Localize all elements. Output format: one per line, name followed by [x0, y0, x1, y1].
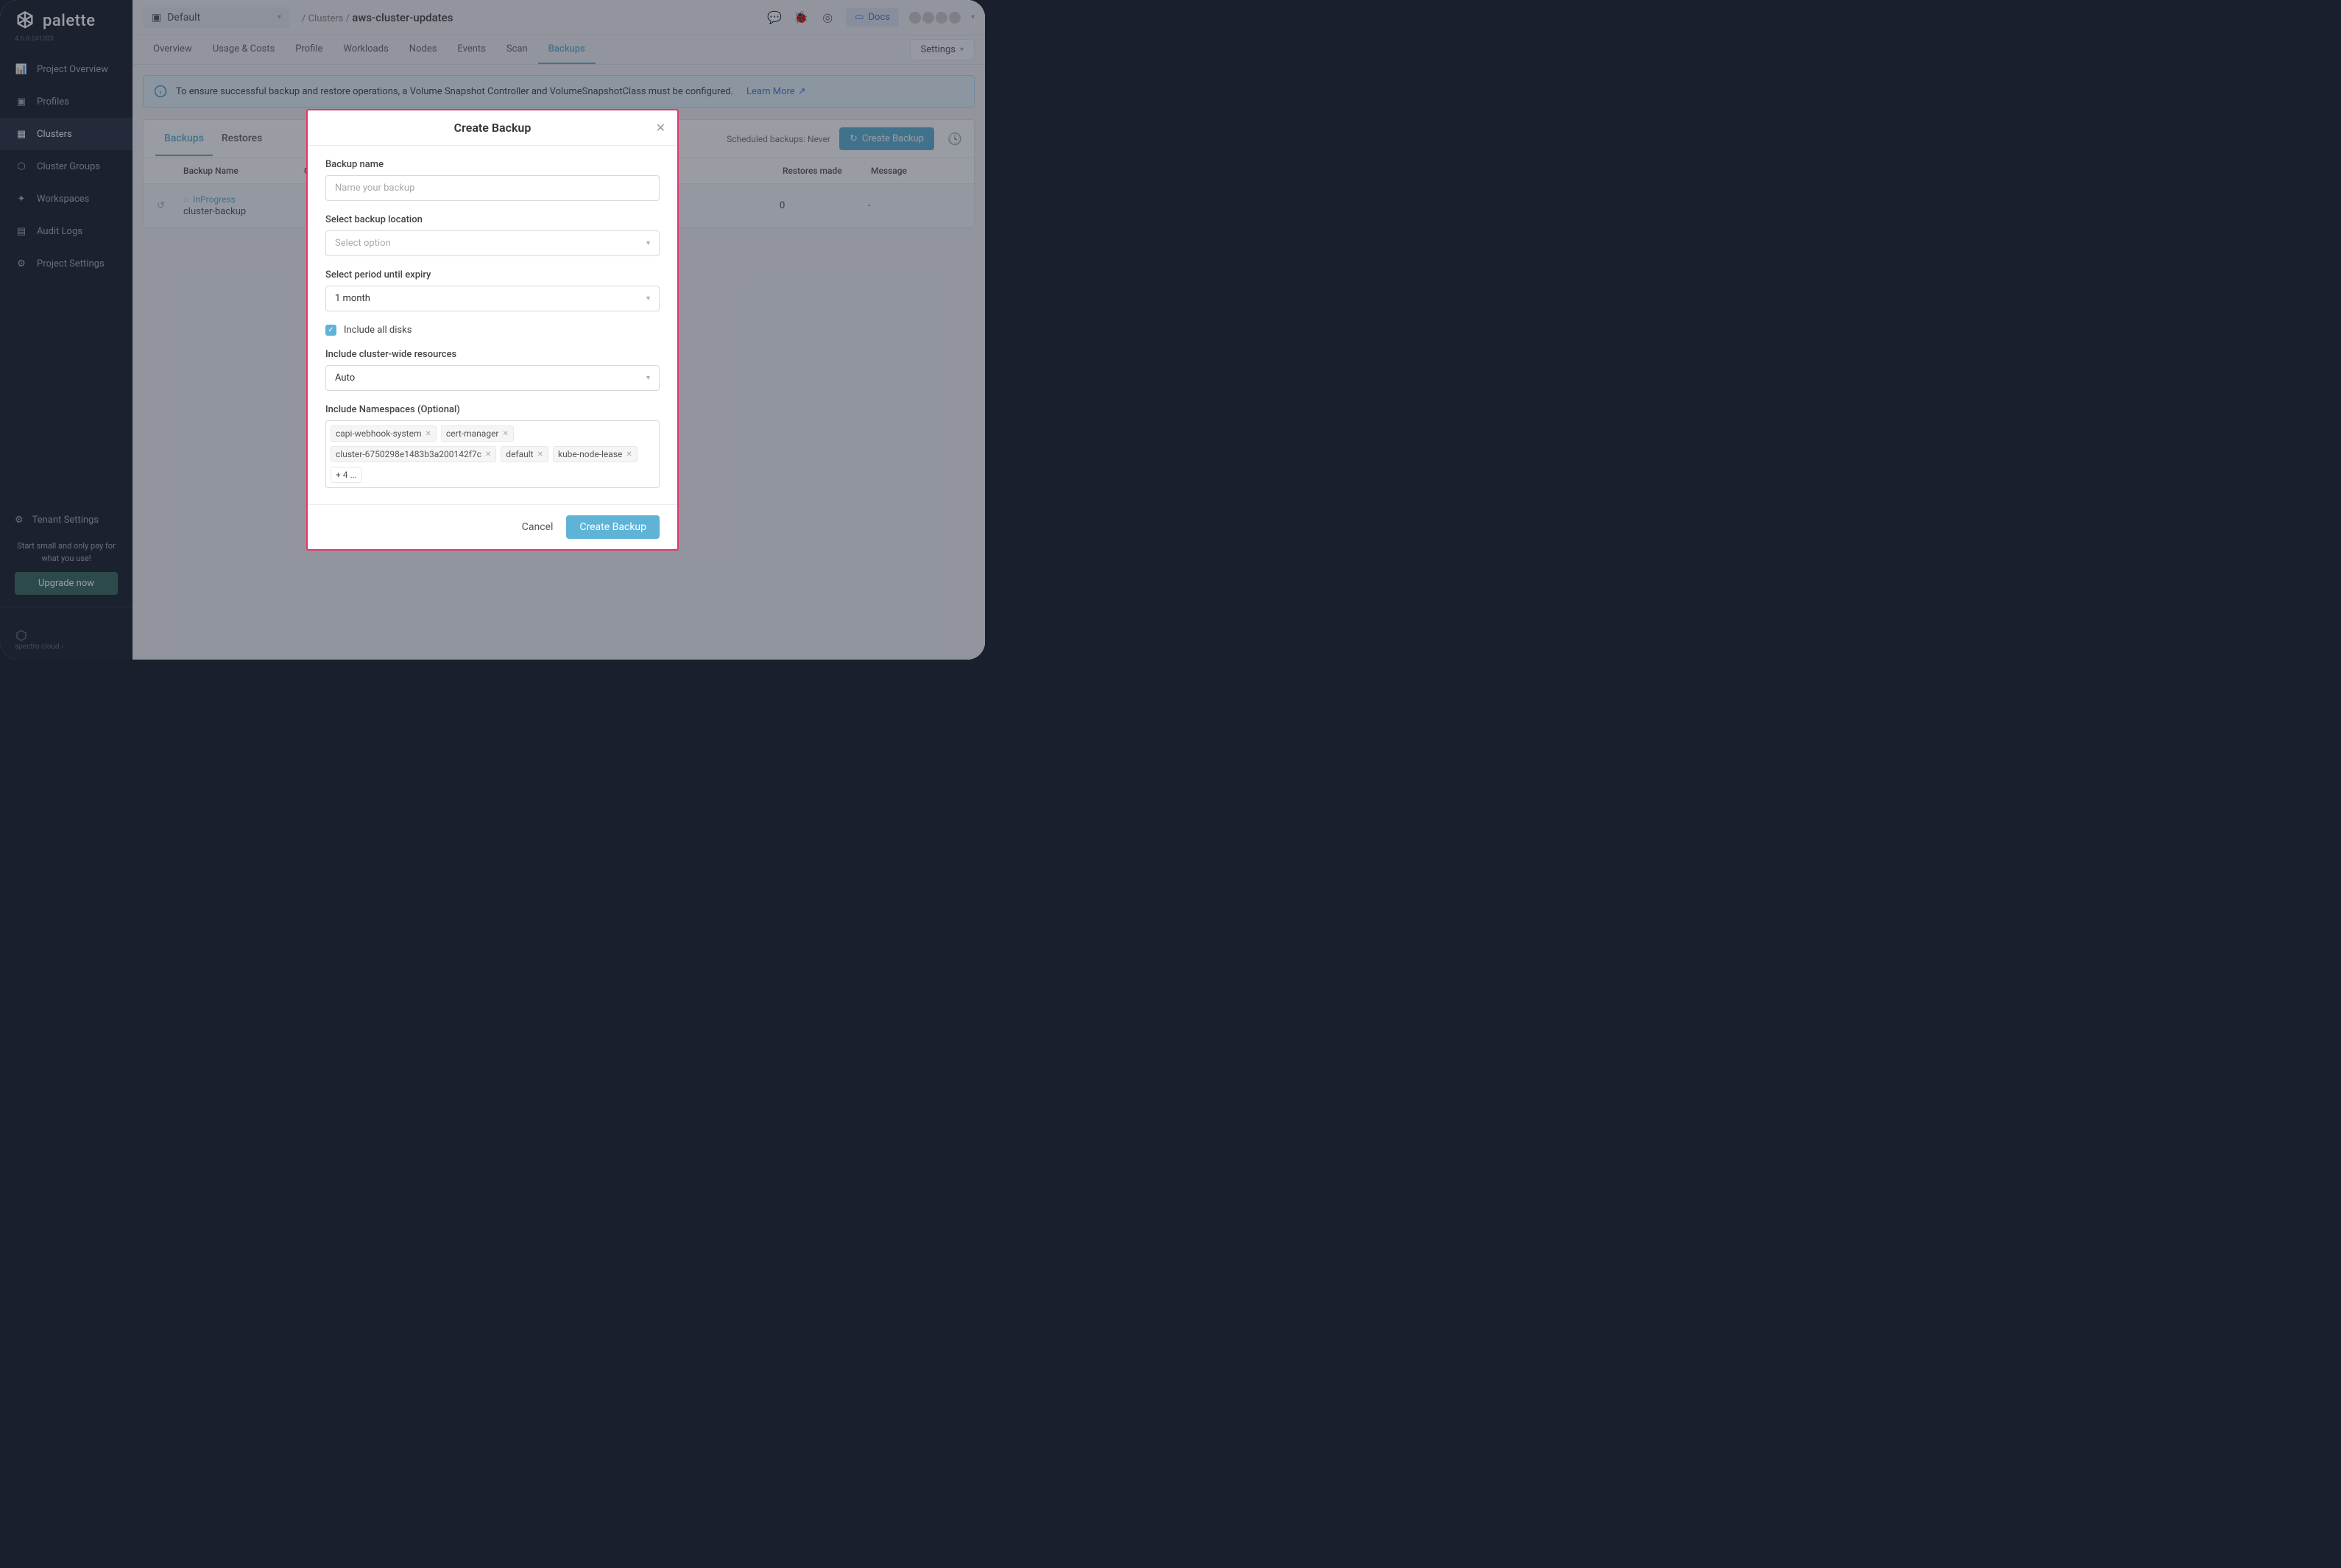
backup-location-select[interactable]: Select option ▾ — [325, 230, 660, 256]
namespace-tag: cluster-6750298e1483b3a200142f7c✕ — [331, 446, 496, 462]
namespaces-input[interactable]: capi-webhook-system✕ cert-manager✕ clust… — [325, 420, 660, 488]
chevron-down-icon: ▾ — [646, 374, 650, 382]
modal-header: Create Backup ✕ — [308, 110, 677, 146]
expiry-label: Select period until expiry — [325, 269, 660, 280]
checkbox-icon: ✓ — [325, 325, 336, 336]
cluster-wide-select[interactable]: Auto ▾ — [325, 365, 660, 391]
cluster-wide-label: Include cluster-wide resources — [325, 349, 660, 360]
modal-title: Create Backup — [454, 121, 532, 135]
expiry-select[interactable]: 1 month ▾ — [325, 286, 660, 311]
select-placeholder: Select option — [335, 238, 391, 249]
modal-footer: Cancel Create Backup — [308, 504, 677, 549]
create-backup-modal: Create Backup ✕ Backup name Select backu… — [308, 110, 677, 549]
remove-tag-icon[interactable]: ✕ — [626, 451, 632, 459]
backup-name-input[interactable] — [325, 175, 660, 201]
modal-highlight-border: Create Backup ✕ Backup name Select backu… — [306, 109, 679, 551]
remove-tag-icon[interactable]: ✕ — [425, 430, 431, 438]
modal-body: Backup name Select backup location Selec… — [308, 146, 677, 504]
close-icon[interactable]: ✕ — [656, 121, 665, 135]
chevron-down-icon: ▾ — [646, 294, 650, 303]
remove-tag-icon[interactable]: ✕ — [485, 451, 491, 459]
namespaces-label: Include Namespaces (Optional) — [325, 404, 660, 415]
modal-overlay: Create Backup ✕ Backup name Select backu… — [0, 0, 985, 660]
remove-tag-icon[interactable]: ✕ — [503, 430, 509, 438]
namespace-tag: cert-manager✕ — [441, 425, 514, 442]
namespace-tag: default✕ — [501, 446, 548, 462]
remove-tag-icon[interactable]: ✕ — [537, 451, 543, 459]
expiry-value: 1 month — [335, 293, 370, 304]
cancel-button[interactable]: Cancel — [519, 515, 557, 539]
include-disks-checkbox[interactable]: ✓ Include all disks — [325, 325, 660, 336]
cluster-wide-value: Auto — [335, 372, 355, 384]
namespace-more-tag[interactable]: + 4 ... — [331, 467, 362, 483]
backup-name-label: Backup name — [325, 159, 660, 170]
backup-location-label: Select backup location — [325, 214, 660, 225]
chevron-down-icon: ▾ — [646, 239, 650, 247]
include-disks-label: Include all disks — [344, 325, 412, 336]
create-backup-submit-button[interactable]: Create Backup — [566, 515, 660, 539]
namespace-tag: capi-webhook-system✕ — [331, 425, 437, 442]
namespace-tag: kube-node-lease✕ — [553, 446, 638, 462]
